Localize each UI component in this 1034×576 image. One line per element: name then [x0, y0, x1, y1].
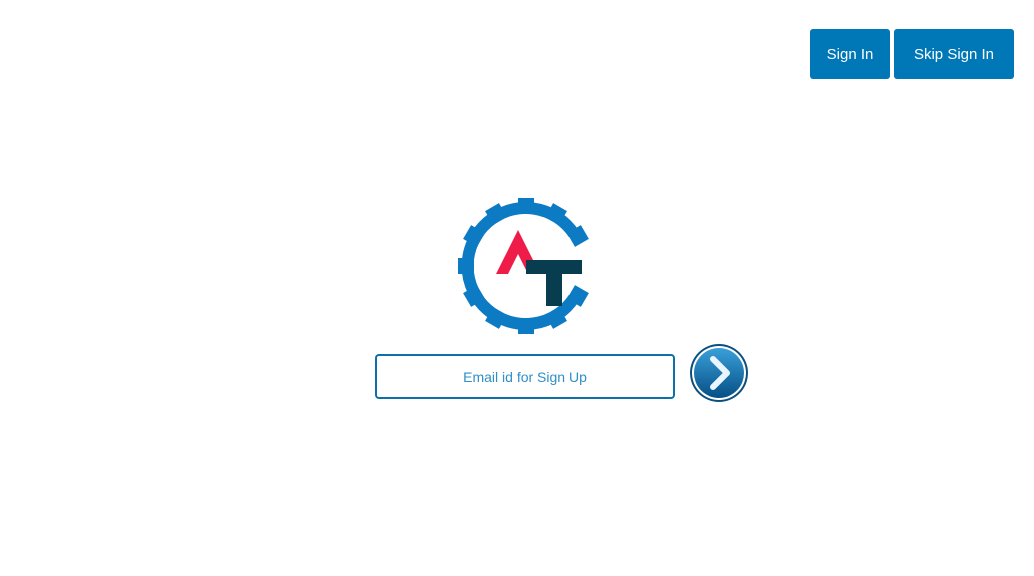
page: Sign In Skip Sign In: [0, 0, 1034, 576]
top-actions: Sign In Skip Sign In: [810, 29, 1014, 79]
sign-in-button[interactable]: Sign In: [810, 29, 890, 79]
skip-sign-in-button[interactable]: Skip Sign In: [894, 29, 1014, 79]
chevron-right-icon: [690, 344, 748, 402]
email-signup-input[interactable]: [375, 354, 675, 399]
submit-button[interactable]: [689, 343, 749, 403]
signup-form: [375, 343, 749, 403]
gear-logo-icon: [458, 198, 589, 334]
